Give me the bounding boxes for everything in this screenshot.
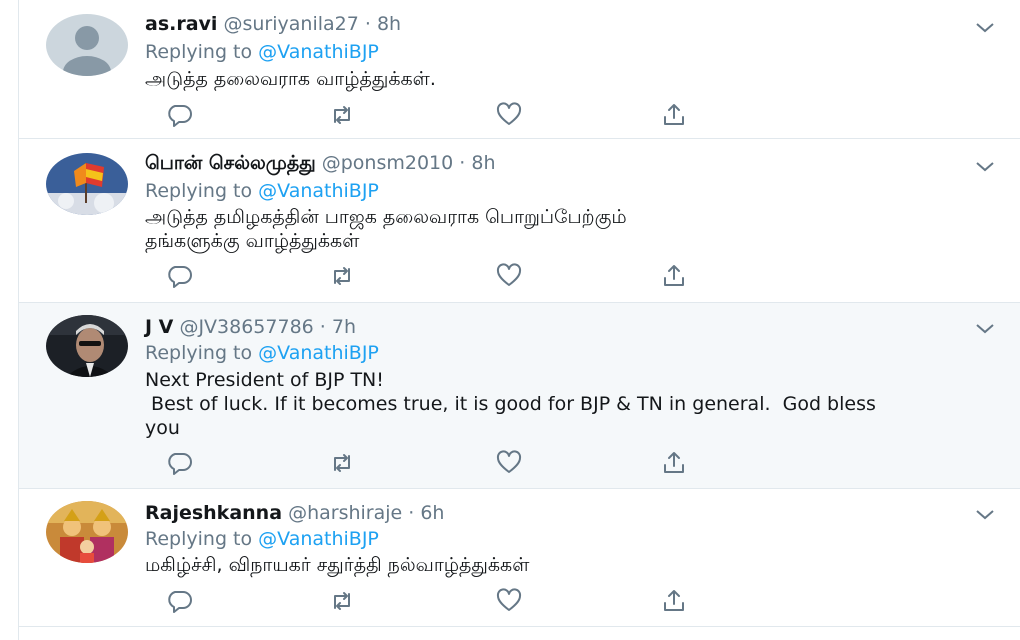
retweet-icon[interactable] <box>328 102 356 128</box>
share-icon[interactable] <box>660 263 688 289</box>
tweet-header: as.ravi @suriyanila27 · 8h <box>145 12 401 36</box>
tweet-actions <box>145 588 685 616</box>
next-tweet-peek <box>19 627 1020 640</box>
replying-to-label: Replying to <box>145 528 253 550</box>
chevron-down-icon[interactable] <box>974 321 996 335</box>
replying-to-line: Replying to @VanathiBJP <box>145 527 379 551</box>
reply-feed: as.ravi @suriyanila27 · 8h Replying to @… <box>0 0 1020 640</box>
reply-icon[interactable] <box>165 450 193 476</box>
author-name[interactable]: பொன் செல்லமுத்து <box>145 152 316 174</box>
avatar[interactable] <box>46 315 128 377</box>
like-icon[interactable] <box>495 263 523 289</box>
mention-link[interactable]: @VanathiBJP <box>258 342 379 364</box>
retweet-icon[interactable] <box>328 588 356 614</box>
tweet-actions <box>145 102 685 130</box>
tweet-item[interactable]: Rajeshkanna @harshiraje · 6h Replying to… <box>19 489 1020 627</box>
avatar[interactable] <box>46 501 128 563</box>
share-icon[interactable] <box>660 450 688 476</box>
tweet-header: J V @JV38657786 · 7h <box>145 315 356 339</box>
tweet-text: அடுத்த தமிழகத்தின் பாஜக தலைவராக பொறுப்பே… <box>145 206 627 252</box>
replying-to-line: Replying to @VanathiBJP <box>145 341 379 365</box>
avatar[interactable] <box>46 153 128 215</box>
replying-to-line: Replying to @VanathiBJP <box>145 179 379 203</box>
tweet-header: பொன் செல்லமுத்து @ponsm2010 · 8h <box>145 151 496 175</box>
author-handle-time[interactable]: @suriyanila27 · 8h <box>223 13 401 35</box>
author-name[interactable]: J V <box>145 316 173 338</box>
reply-icon[interactable] <box>165 263 193 289</box>
avatar[interactable] <box>46 14 128 76</box>
tweet-item[interactable]: as.ravi @suriyanila27 · 8h Replying to @… <box>19 0 1020 139</box>
author-handle-time[interactable]: @JV38657786 · 7h <box>179 316 356 338</box>
author-name[interactable]: Rajeshkanna <box>145 502 282 524</box>
tweet-text: அடுத்த தலைவராக வாழ்த்துக்கள். <box>145 68 436 90</box>
tweet-item[interactable]: பொன் செல்லமுத்து @ponsm2010 · 8h Replyin… <box>19 139 1020 303</box>
like-icon[interactable] <box>495 450 523 476</box>
reply-icon[interactable] <box>165 588 193 614</box>
retweet-icon[interactable] <box>328 450 356 476</box>
tweet-text: Next President of BJP TN! Best of luck. … <box>145 369 876 439</box>
mention-link[interactable]: @VanathiBJP <box>258 528 379 550</box>
tweet-actions <box>145 263 685 291</box>
like-icon[interactable] <box>495 588 523 614</box>
mention-link[interactable]: @VanathiBJP <box>258 41 379 63</box>
chevron-down-icon[interactable] <box>974 507 996 521</box>
author-handle-time[interactable]: @ponsm2010 · 8h <box>322 152 496 174</box>
mention-link[interactable]: @VanathiBJP <box>258 180 379 202</box>
share-icon[interactable] <box>660 102 688 128</box>
tweet-actions <box>145 450 685 478</box>
reply-icon[interactable] <box>165 102 193 128</box>
tweet-header: Rajeshkanna @harshiraje · 6h <box>145 501 444 525</box>
tweet-text: மகிழ்ச்சி, விநாயகர் சதுர்த்தி நல்வாழ்த்த… <box>145 554 530 576</box>
replying-to-label: Replying to <box>145 342 253 364</box>
chevron-down-icon[interactable] <box>974 159 996 173</box>
tweet-item[interactable]: J V @JV38657786 · 7h Replying to @Vanath… <box>19 303 1020 489</box>
author-handle-time[interactable]: @harshiraje · 6h <box>288 502 444 524</box>
replying-to-label: Replying to <box>145 180 253 202</box>
share-icon[interactable] <box>660 588 688 614</box>
author-name[interactable]: as.ravi <box>145 13 217 35</box>
like-icon[interactable] <box>495 102 523 128</box>
replying-to-label: Replying to <box>145 41 253 63</box>
retweet-icon[interactable] <box>328 263 356 289</box>
replying-to-line: Replying to @VanathiBJP <box>145 40 379 64</box>
chevron-down-icon[interactable] <box>974 20 996 34</box>
